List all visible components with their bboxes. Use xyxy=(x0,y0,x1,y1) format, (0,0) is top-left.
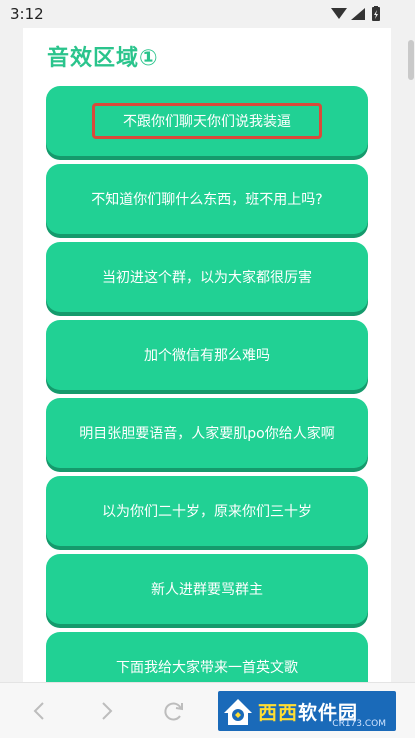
scrollbar[interactable] xyxy=(408,40,414,80)
reload-button[interactable] xyxy=(160,697,188,725)
sound-button-7[interactable]: 新人进群要骂群主 xyxy=(46,554,368,624)
sound-button-label: 以为你们二十岁，原来你们三十岁 xyxy=(102,504,312,520)
forward-button[interactable] xyxy=(92,697,120,725)
watermark-domain: CR173.COM xyxy=(332,719,386,729)
sound-button-label: 当初进这个群，以为大家都很厉害 xyxy=(102,270,312,286)
battery-icon xyxy=(372,6,380,21)
chevron-left-icon xyxy=(33,702,44,720)
sound-button-5[interactable]: 明目张胆要语音，人家要肌po你给人家啊 xyxy=(46,398,368,468)
sound-button-2[interactable]: 不知道你们聊什么东西，班不用上吗? xyxy=(46,164,368,234)
sound-button-label: 不跟你们聊天你们说我装逼 xyxy=(92,103,322,139)
reload-icon xyxy=(164,702,183,721)
sound-button-6[interactable]: 以为你们二十岁，原来你们三十岁 xyxy=(46,476,368,546)
sound-button-1[interactable]: 不跟你们聊天你们说我装逼 xyxy=(46,86,368,156)
sound-effects-panel: 音效区域① 不跟你们聊天你们说我装逼 不知道你们聊什么东西，班不用上吗? 当初进… xyxy=(23,28,391,682)
house-logo-icon xyxy=(224,699,252,725)
status-time: 3:12 xyxy=(10,5,44,23)
chevron-right-icon xyxy=(102,702,113,720)
sound-button-4[interactable]: 加个微信有那么难吗 xyxy=(46,320,368,390)
sound-button-3[interactable]: 当初进这个群，以为大家都很厉害 xyxy=(46,242,368,312)
section-title: 音效区域① xyxy=(47,46,159,71)
status-icons xyxy=(329,6,389,22)
sound-button-label: 不知道你们聊什么东西，班不用上吗? xyxy=(91,192,323,208)
sound-button-label: 新人进群要骂群主 xyxy=(151,582,263,598)
sound-button-label: 下面我给大家带来一首英文歌 xyxy=(116,660,298,676)
watermark-name-1: 西西 xyxy=(258,701,299,724)
status-bar: 3:12 xyxy=(0,0,415,28)
watermark-logo: 西西 软件园 CR173.COM xyxy=(218,691,396,731)
browser-bottom-bar: 西西 软件园 CR173.COM xyxy=(0,682,415,738)
cellular-icon xyxy=(351,8,365,20)
signal-icon xyxy=(331,8,347,19)
sound-button-label: 明目张胆要语音，人家要肌po你给人家啊 xyxy=(79,426,335,442)
sound-button-8[interactable]: 下面我给大家带来一首英文歌 xyxy=(46,632,368,682)
sound-button-label: 加个微信有那么难吗 xyxy=(144,348,270,364)
back-button[interactable] xyxy=(26,697,54,725)
